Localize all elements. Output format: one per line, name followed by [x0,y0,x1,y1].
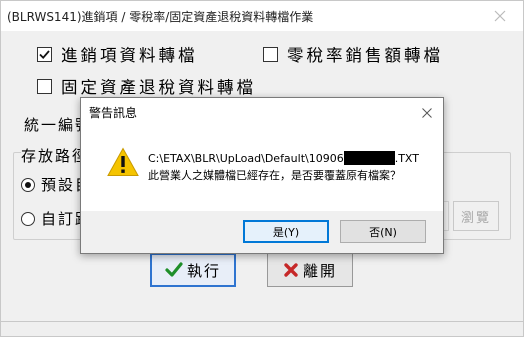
dialog-title-bar: 警告訊息 [81,98,443,127]
sales-purchase-checkbox[interactable]: 進銷項資料轉檔 [37,42,198,66]
zero-tax-checkbox[interactable]: 零稅率銷售額轉檔 [263,42,443,66]
dialog-message: 此營業人之媒體檔已經存在，是否要覆蓋原有檔案？ [148,169,401,182]
checkbox-box [263,46,278,62]
status-bar [1,321,523,336]
browse-button[interactable]: 瀏覽 [453,201,499,231]
file-path-prefix: C:\ETAX\BLR\UpLoad\Default\10906 [148,152,344,165]
radio-circle [21,177,35,192]
dialog-file-path: C:\ETAX\BLR\UpLoad\Default\10906 .TXT [148,151,419,165]
dialog-title: 警告訊息 [89,106,138,120]
window-close-button[interactable] [477,1,523,31]
checkbox-box [37,78,52,94]
zero-tax-label: 零稅率銷售額轉檔 [287,46,443,65]
execute-button[interactable]: 執行 [150,253,236,287]
close-icon [422,108,432,118]
checkmark-icon [165,262,183,278]
file-path-suffix: .TXT [394,152,419,165]
check-icon [39,49,50,59]
warning-icon [107,147,139,181]
window-title: (BLRWS141)進銷項 / 零稅率/固定資產退稅資料轉檔作業 [7,9,314,24]
close-icon [494,10,506,22]
warning-dialog: 警告訊息 C:\ETAX\BLR\UpLoad\Default\10906 .TX… [80,97,444,254]
fixed-asset-label: 固定資產退稅資料轉檔 [61,78,256,97]
leave-button[interactable]: 離開 [267,253,353,287]
sales-purchase-label: 進銷項資料轉檔 [61,46,198,65]
radio-selected-dot [25,181,31,188]
checkbox-box [37,46,52,62]
no-button[interactable]: 否(N) [340,220,426,243]
radio-circle [21,211,35,226]
cross-icon [283,262,299,278]
fixed-asset-checkbox[interactable]: 固定資產退稅資料轉檔 [37,74,256,98]
dialog-close-button[interactable] [417,103,437,123]
execute-label: 執行 [186,261,221,280]
title-bar: (BLRWS141)進銷項 / 零稅率/固定資產退稅資料轉檔作業 [1,1,523,31]
yes-button[interactable]: 是(Y) [243,220,329,243]
redacted-block [343,151,395,165]
leave-label: 離開 [302,261,337,280]
